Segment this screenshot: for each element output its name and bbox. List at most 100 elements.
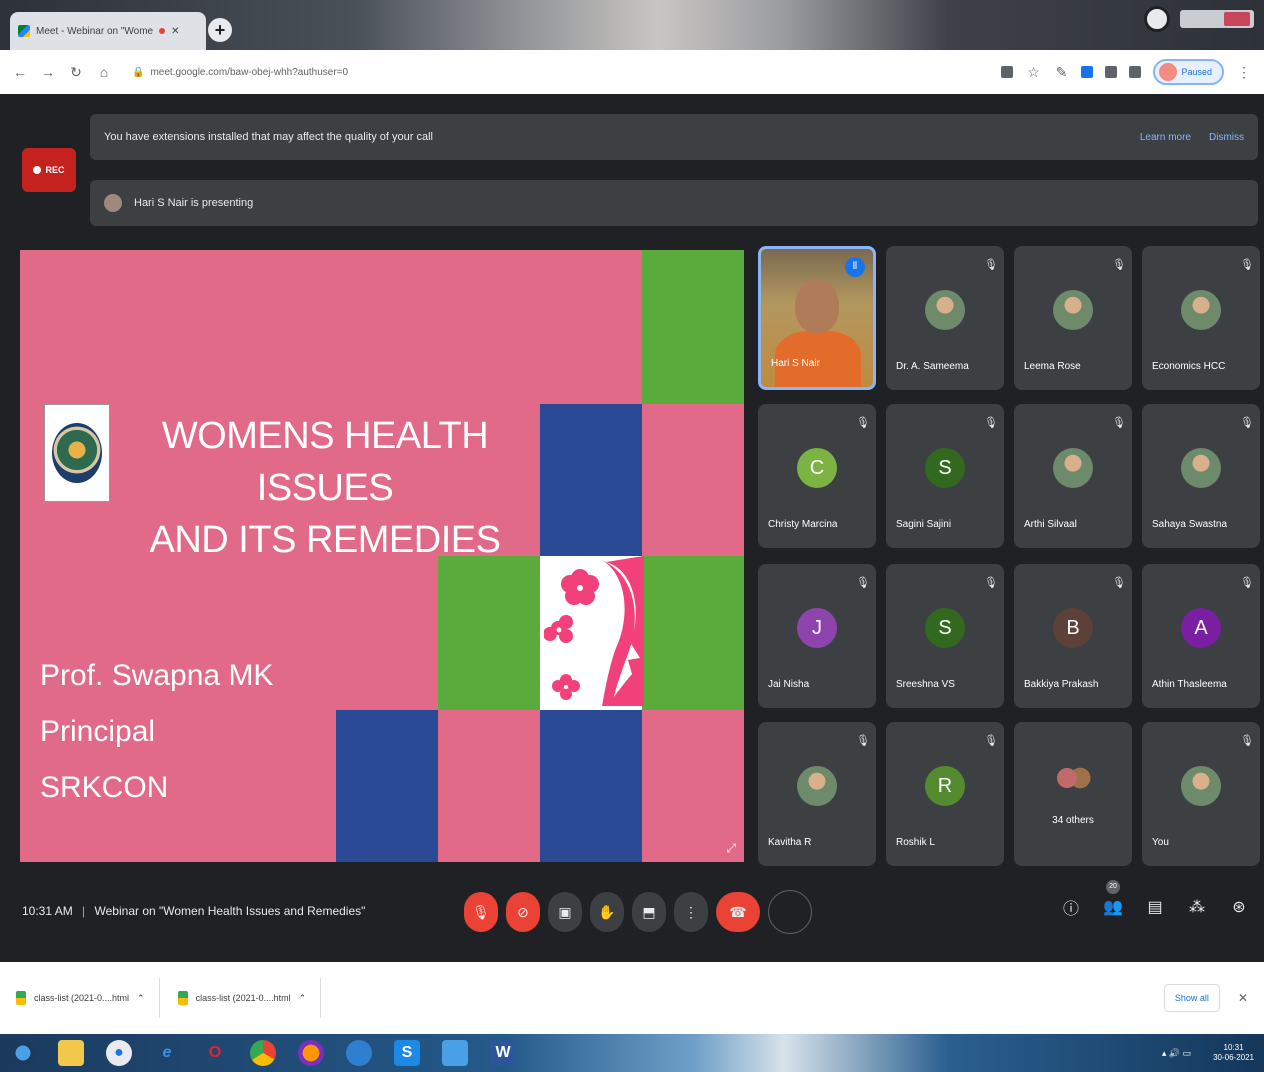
mic-off-icon: 🎙 — [984, 735, 998, 747]
raise-hand-button[interactable]: ✋ — [590, 892, 624, 932]
rec-label: REC — [45, 165, 65, 175]
participant-tile[interactable]: ⦀ Hari S Nair — [758, 246, 876, 390]
back-icon[interactable]: ← — [12, 64, 28, 80]
participant-name: Sreeshna VS — [896, 679, 955, 690]
expand-icon[interactable]: ⤢ — [726, 841, 736, 856]
activities-button[interactable]: ⁂ — [1186, 894, 1208, 920]
captions-icon: ▣ — [558, 903, 572, 920]
mic-off-icon: 🎙 — [1240, 735, 1254, 747]
download-item[interactable]: class-list (2021-0....html ⌃ — [16, 978, 160, 1018]
mic-off-icon: 🎙 — [1112, 577, 1126, 589]
extension-warning-banner: You have extensions installed that may a… — [90, 114, 1258, 160]
people-icon: 👥 — [1103, 899, 1123, 916]
profile-icon[interactable] — [1144, 6, 1170, 32]
download-item[interactable]: class-list (2021-0....html ⌃ — [177, 978, 322, 1018]
mic-toggle-button[interactable]: 🎙 — [464, 892, 498, 932]
bookmark-star-icon[interactable]: ☆ — [1025, 64, 1041, 81]
chat-button[interactable]: ▤ — [1144, 894, 1166, 920]
end-call-button[interactable]: ☎ — [716, 892, 760, 932]
participant-tile[interactable]: 🎙 Economics HCC — [1142, 246, 1260, 390]
camera-toggle-button[interactable]: ⊘ — [506, 892, 540, 932]
mic-off-icon: 🎙 — [472, 903, 490, 920]
system-tray-icons[interactable]: ▴ 🔊 ▭ — [1162, 1048, 1191, 1059]
profile-avatar — [1159, 63, 1178, 81]
slide-green-block — [642, 556, 744, 710]
slide-green-block — [438, 556, 540, 710]
close-shelf-icon[interactable]: ✕ — [1238, 991, 1248, 1005]
internet-explorer-icon[interactable]: e — [154, 1040, 180, 1066]
window-buttons[interactable] — [1180, 10, 1254, 28]
reload-icon[interactable]: ↻ — [68, 64, 84, 81]
folder-app-icon[interactable] — [442, 1040, 468, 1066]
camera-extension-icon[interactable] — [1001, 66, 1014, 78]
captions-button[interactable]: ▣ — [548, 892, 582, 932]
tab-close-icon[interactable]: ✕ — [171, 26, 179, 37]
mic-off-icon: 🎙 — [856, 577, 870, 589]
dismiss-button[interactable]: Dismiss — [1209, 132, 1244, 143]
participant-tile[interactable]: 🎙 J Jai Nisha — [758, 564, 876, 708]
tab-title: Meet - Webinar on "Wome — [36, 25, 154, 37]
forward-icon[interactable]: → — [40, 64, 56, 80]
participant-avatar: C — [797, 448, 837, 488]
participant-name: You — [1152, 837, 1169, 848]
mic-off-icon: 🎙 — [984, 577, 998, 589]
participant-tile[interactable]: 🎙 A Athin Thasleema — [1142, 564, 1260, 708]
profile-status: Paused — [1181, 67, 1212, 77]
participant-avatar — [1053, 758, 1093, 798]
host-controls-button[interactable]: ⊛ — [1228, 894, 1250, 920]
participant-tile[interactable]: 🎙 Sahaya Swastna — [1142, 404, 1260, 548]
chrome-browser-icon[interactable] — [250, 1040, 276, 1066]
start-button-icon[interactable] — [10, 1040, 36, 1066]
presenter-avatar — [104, 194, 122, 212]
taskbar-clock[interactable]: 10:31 30-06-2021 — [1213, 1043, 1254, 1063]
meeting-details-button[interactable]: ⓘ — [1060, 894, 1082, 920]
participant-tile[interactable]: 🎙 Leema Rose — [1014, 246, 1132, 390]
show-all-button[interactable]: Show all — [1163, 984, 1220, 1012]
file-icon — [16, 991, 26, 1005]
chevron-up-icon[interactable]: ⌃ — [299, 993, 307, 1004]
more-options-button[interactable]: ⋮ — [674, 892, 708, 932]
file-explorer-icon[interactable] — [58, 1040, 84, 1066]
word-app-icon[interactable]: W — [490, 1040, 516, 1066]
college-logo — [44, 404, 110, 502]
slide-title-line2: AND ITS REMEDIES — [149, 519, 501, 561]
browser-menu-icon[interactable]: ⋮ — [1236, 64, 1252, 81]
participant-tile[interactable]: 🎙 S Sreeshna VS — [886, 564, 1004, 708]
new-tab-button[interactable]: + — [208, 18, 232, 42]
learn-more-link[interactable]: Learn more — [1140, 132, 1191, 143]
media-app-icon[interactable] — [346, 1040, 372, 1066]
participant-tile[interactable]: 🎙 Kavitha R — [758, 722, 876, 866]
opera-browser-icon[interactable]: O — [202, 1040, 228, 1066]
present-button[interactable]: ⬒ — [632, 892, 666, 932]
skype-app-icon[interactable]: S — [394, 1040, 420, 1066]
participant-tile[interactable]: 🎙 S Sagini Sajini — [886, 404, 1004, 548]
home-icon[interactable]: ⌂ — [96, 64, 112, 80]
participant-tile[interactable]: 🎙 R Roshik L — [886, 722, 1004, 866]
mic-off-icon: 🎙 — [856, 417, 870, 429]
window-close-button[interactable] — [1224, 12, 1250, 26]
slide-blue-block — [540, 710, 642, 862]
slide-green-block — [642, 250, 744, 404]
participant-tile[interactable]: 🎙 Dr. A. Sameema — [886, 246, 1004, 390]
meeting-separator: | — [82, 904, 86, 918]
chat-app-icon[interactable]: ● — [106, 1040, 132, 1066]
meeting-info: 10:31 AM | Webinar on "Women Health Issu… — [22, 904, 365, 918]
address-bar[interactable]: 🔒 meet.google.com/baw-obej-whh?authuser=… — [124, 58, 990, 86]
puzzle-extension-icon[interactable] — [1105, 66, 1118, 78]
participant-tile[interactable]: 🎙 C Christy Marcina — [758, 404, 876, 548]
participant-tile[interactable]: 🎙 You — [1142, 722, 1260, 866]
reading-list-icon[interactable] — [1129, 66, 1142, 78]
participant-tile[interactable]: 🎙 B Bakkiya Prakash — [1014, 564, 1132, 708]
chevron-up-icon[interactable]: ⌃ — [137, 993, 145, 1004]
profile-paused-button[interactable]: Paused — [1153, 59, 1224, 85]
lock-icon: 🔒 — [132, 66, 145, 78]
browser-tab[interactable]: Meet - Webinar on "Wome ✕ — [10, 12, 206, 50]
slide-presenter-role: Principal — [40, 715, 156, 748]
pen-extension-icon[interactable]: ✎ — [1053, 64, 1069, 81]
firefox-browser-icon[interactable] — [298, 1040, 324, 1066]
extension-icon[interactable] — [1081, 66, 1094, 78]
participant-tile[interactable]: 🎙 Arthi Silvaal — [1014, 404, 1132, 548]
participant-avatar — [925, 290, 965, 330]
people-button[interactable]: 20 👥 — [1102, 880, 1124, 920]
participant-tile[interactable]: 34 others — [1014, 722, 1132, 866]
